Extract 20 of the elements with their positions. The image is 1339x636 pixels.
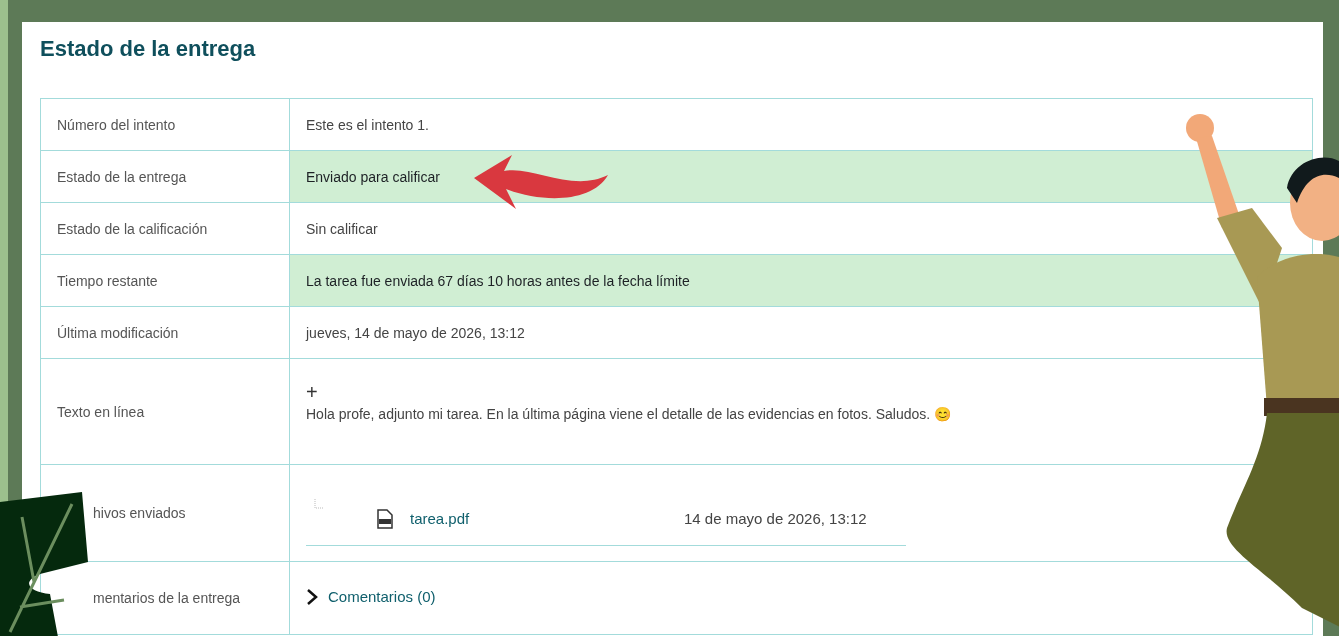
value-text: jueves, 14 de mayo de 2026, 13:12 [306, 324, 525, 341]
value-text: Enviado para calificar [306, 168, 440, 185]
pdf-file-icon [376, 508, 394, 529]
value-text: La tarea fue enviada 67 días 10 horas antes de la fecha límite [306, 272, 690, 289]
label-cell: Estado de la entrega [40, 150, 290, 203]
tree-branch-icon [314, 498, 324, 509]
value-text: Sin calificar [306, 220, 378, 237]
label-cell: Última modificación [40, 306, 290, 359]
file-link[interactable]: tarea.pdf [410, 510, 684, 527]
chevron-right-icon [306, 587, 318, 606]
section-title: Estado de la entrega [40, 36, 257, 62]
expand-button[interactable]: + [306, 381, 318, 404]
message-text: Hola profe, adjunto mi tarea. En la última página viene el detalle de las evidencias en fotos. Saludos. 😊 [306, 406, 953, 422]
label-cell: Estado de la calificación [40, 202, 290, 255]
label-cell: Número del intento [40, 98, 290, 151]
file-date: 14 de mayo de 2026, 13:12 [684, 510, 867, 527]
value-text: Este es el intento 1. [306, 116, 429, 133]
label-cell: Tiempo restante [40, 254, 290, 307]
label-cell: Texto en línea [40, 358, 290, 465]
comments-link[interactable]: Comentarios (0) [306, 587, 436, 606]
